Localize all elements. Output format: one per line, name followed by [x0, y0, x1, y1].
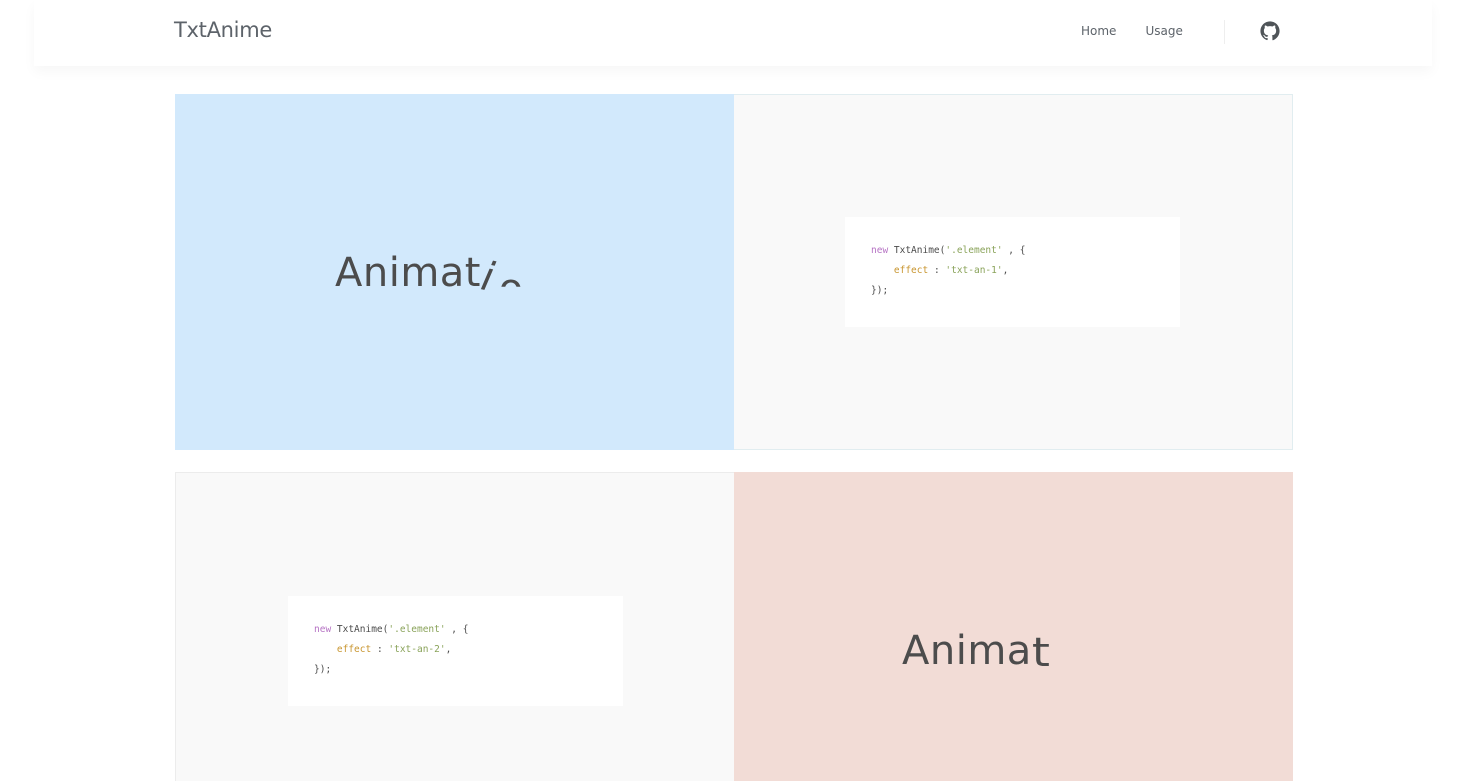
demo-1-code-panel: new TxtAnime('.element' , { effect : 'tx… — [734, 94, 1293, 450]
demo-2-code-panel: new TxtAnime('.element' , { effect : 'tx… — [175, 472, 734, 781]
github-icon[interactable] — [1260, 21, 1280, 41]
nav-links: Home Usage — [1081, 24, 1212, 38]
brand-logo[interactable]: TxtAnime — [174, 18, 272, 42]
demo-1-preview: Animatio — [175, 94, 734, 450]
animated-text-2: Animat — [902, 628, 1051, 676]
animated-text-1: Animatio — [335, 250, 524, 312]
demo-2-preview: Animat — [734, 472, 1293, 781]
nav-home-link[interactable]: Home — [1081, 24, 1116, 38]
code-snippet-1[interactable]: new TxtAnime('.element' , { effect : 'tx… — [845, 217, 1180, 327]
nav-divider — [1224, 20, 1225, 44]
code-snippet-2[interactable]: new TxtAnime('.element' , { effect : 'tx… — [288, 596, 623, 706]
nav-usage-link[interactable]: Usage — [1145, 24, 1182, 38]
top-navbar: TxtAnime Home Usage — [34, 0, 1432, 66]
